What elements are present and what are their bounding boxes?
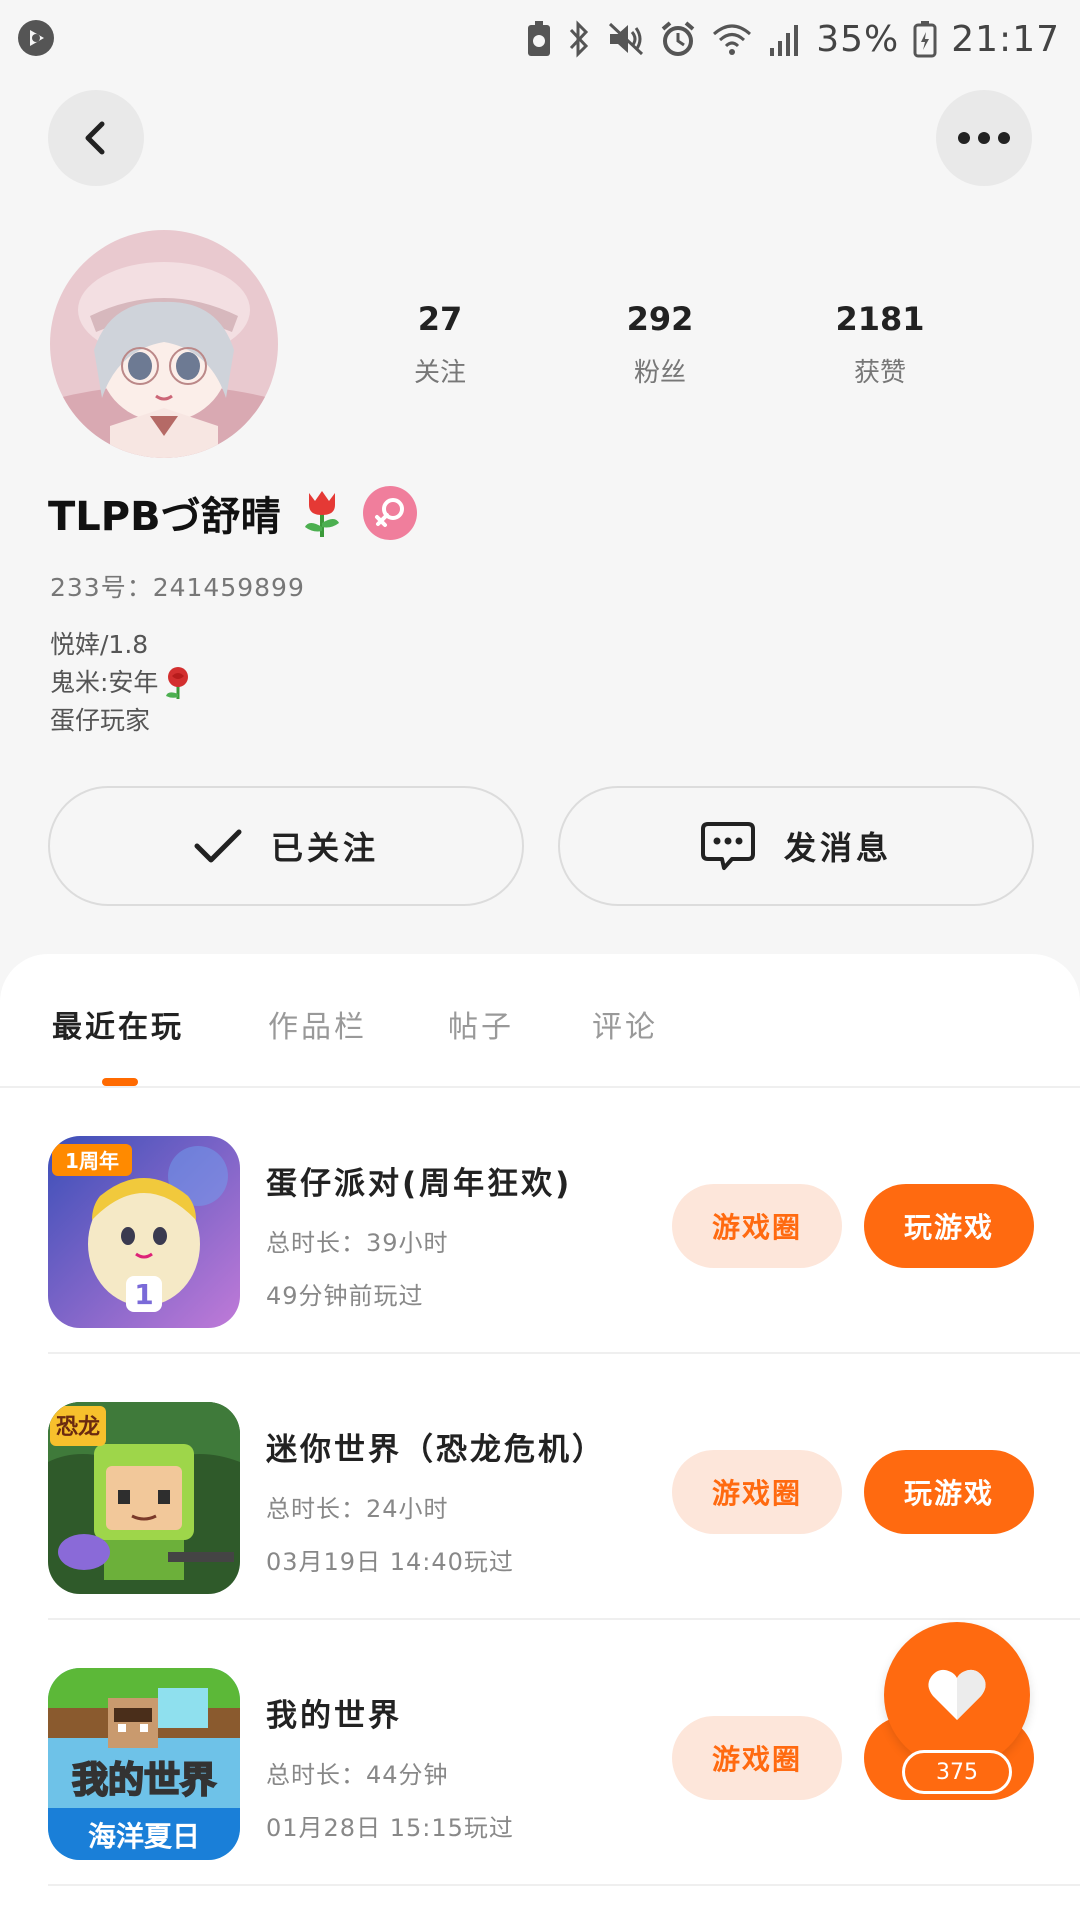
tab-works[interactable]: 作品栏: [268, 1002, 367, 1046]
back-button[interactable]: [48, 90, 144, 186]
send-message-button[interactable]: 发消息: [558, 786, 1034, 906]
user-name: TLPBづ舒晴: [48, 494, 281, 540]
more-dots-icon: [958, 132, 1010, 144]
bio-text: 鬼米:安年: [50, 668, 159, 697]
battery-percent: 35%: [816, 18, 900, 60]
following-count: 27: [417, 300, 463, 338]
profile-stats: 27 关注 292 粉丝 2181 获赞: [330, 300, 990, 389]
bluetooth-icon: [570, 20, 589, 58]
tulip-icon: [304, 491, 339, 537]
signal-icon: [770, 25, 799, 56]
eggy-party-icon-image: 1 1周年: [48, 1136, 240, 1328]
avatar[interactable]: [50, 230, 278, 458]
battery-icon: [913, 21, 937, 58]
likes-count: 2181: [835, 300, 925, 338]
icon-badge-text: 1周年: [65, 1149, 119, 1173]
game-info: 迷你世界（恐龙危机） 总时长：24小时 03月19日 14:40玩过: [266, 1424, 686, 1577]
battery-saver-icon: [528, 21, 551, 56]
bio-text: 悦婞/1.8: [50, 630, 149, 659]
status-bar: 35% 21:17: [0, 0, 1080, 80]
tab-bar: 最近在玩 作品栏 帖子 评论: [0, 954, 1080, 1088]
gender-badge: [362, 486, 417, 540]
game-icon-minecraft[interactable]: 我的世界 海洋夏日: [48, 1668, 240, 1860]
user-id: 233号：241459899: [50, 573, 305, 602]
game-icon-eggy-party[interactable]: 1 1周年: [48, 1136, 240, 1328]
alarm-icon: [661, 21, 695, 56]
mini-world-icon-image: 恐龙: [48, 1402, 240, 1594]
game-icon-mini-world[interactable]: 恐龙: [48, 1402, 240, 1594]
bio-line: 鬼米:安年: [50, 664, 194, 702]
game-title: 我的世界: [266, 1698, 402, 1734]
tab-comments[interactable]: 评论: [592, 1002, 658, 1046]
fans-label: 粉丝: [633, 358, 686, 388]
chat-bubble-icon: [700, 822, 755, 870]
game-duration: 总时长：39小时: [266, 1229, 449, 1257]
following-stat[interactable]: 27 关注: [330, 300, 550, 389]
game-duration: 总时长：24小时: [266, 1495, 449, 1523]
game-last-played: 03月19日 14:40玩过: [266, 1548, 514, 1576]
fans-count: 292: [626, 300, 694, 338]
game-info: 我的世界 总时长：44分钟 01月28日 15:15玩过: [266, 1690, 686, 1843]
like-count-badge: 375: [902, 1750, 1012, 1794]
likes-label: 获赞: [853, 358, 906, 388]
bio-line: 蛋仔玩家: [50, 702, 194, 740]
send-message-label: 发消息: [783, 829, 892, 867]
back-arrow-icon: [85, 121, 105, 155]
bio-text: 蛋仔玩家: [50, 706, 151, 735]
game-row-mini-world[interactable]: 恐龙 迷你世界（恐龙危机） 总时长：24小时 03月19日 14:40玩过 游戏…: [48, 1354, 1080, 1620]
tab-recently-played[interactable]: 最近在玩: [52, 1002, 184, 1046]
game-row-eggy-party[interactable]: 1 1周年 蛋仔派对(周年狂欢) 总时长：39小时 49分钟前玩过 游戏圈 玩游…: [48, 1088, 1080, 1354]
game-circle-button[interactable]: 游戏圈: [672, 1184, 842, 1268]
game-last-played: 01月28日 15:15玩过: [266, 1814, 514, 1842]
female-icon: [374, 498, 404, 527]
icon-subtitle-text: 海洋夏日: [88, 1820, 200, 1853]
followed-button[interactable]: 已关注: [48, 786, 524, 906]
status-icons: 35% 21:17: [526, 14, 1060, 64]
wifi-icon: [713, 24, 752, 55]
like-floating-button[interactable]: [884, 1622, 1030, 1768]
app-notification-icon: [18, 20, 54, 56]
likes-stat[interactable]: 2181 获赞: [770, 300, 990, 389]
avatar-image: [50, 230, 278, 458]
fans-stat[interactable]: 292 粉丝: [550, 300, 770, 389]
rose-icon: [166, 667, 189, 699]
game-last-played: 49分钟前玩过: [266, 1282, 424, 1310]
icon-badge-text: 恐龙: [56, 1415, 100, 1440]
game-title: 蛋仔派对(周年狂欢): [266, 1166, 573, 1202]
game-title: 迷你世界（恐龙危机）: [266, 1432, 606, 1468]
check-icon: [194, 829, 242, 863]
name-row: TLPBづ舒晴: [48, 484, 417, 542]
active-tab-indicator: [102, 1078, 138, 1086]
svg-text:1: 1: [134, 1278, 153, 1311]
play-game-button[interactable]: 玩游戏: [864, 1450, 1034, 1534]
bio: 悦婞/1.8 鬼米:安年 蛋仔玩家: [50, 626, 194, 740]
more-options-button[interactable]: [936, 90, 1032, 186]
minecraft-icon-image: 我的世界 海洋夏日: [48, 1668, 240, 1860]
followed-label: 已关注: [270, 829, 379, 867]
bio-line: 悦婞/1.8: [50, 626, 194, 664]
play-game-button[interactable]: 玩游戏: [864, 1184, 1034, 1268]
following-label: 关注: [413, 358, 466, 388]
mute-icon: [609, 22, 644, 56]
game-duration: 总时长：44分钟: [266, 1761, 449, 1789]
clock: 21:17: [951, 18, 1060, 60]
game-info: 蛋仔派对(周年狂欢) 总时长：39小时 49分钟前玩过: [266, 1158, 686, 1311]
game-circle-button[interactable]: 游戏圈: [672, 1716, 842, 1800]
game-circle-button[interactable]: 游戏圈: [672, 1450, 842, 1534]
icon-title-text: 我的世界: [72, 1760, 216, 1801]
heart-icon: [928, 1669, 986, 1720]
tab-posts[interactable]: 帖子: [448, 1002, 514, 1046]
